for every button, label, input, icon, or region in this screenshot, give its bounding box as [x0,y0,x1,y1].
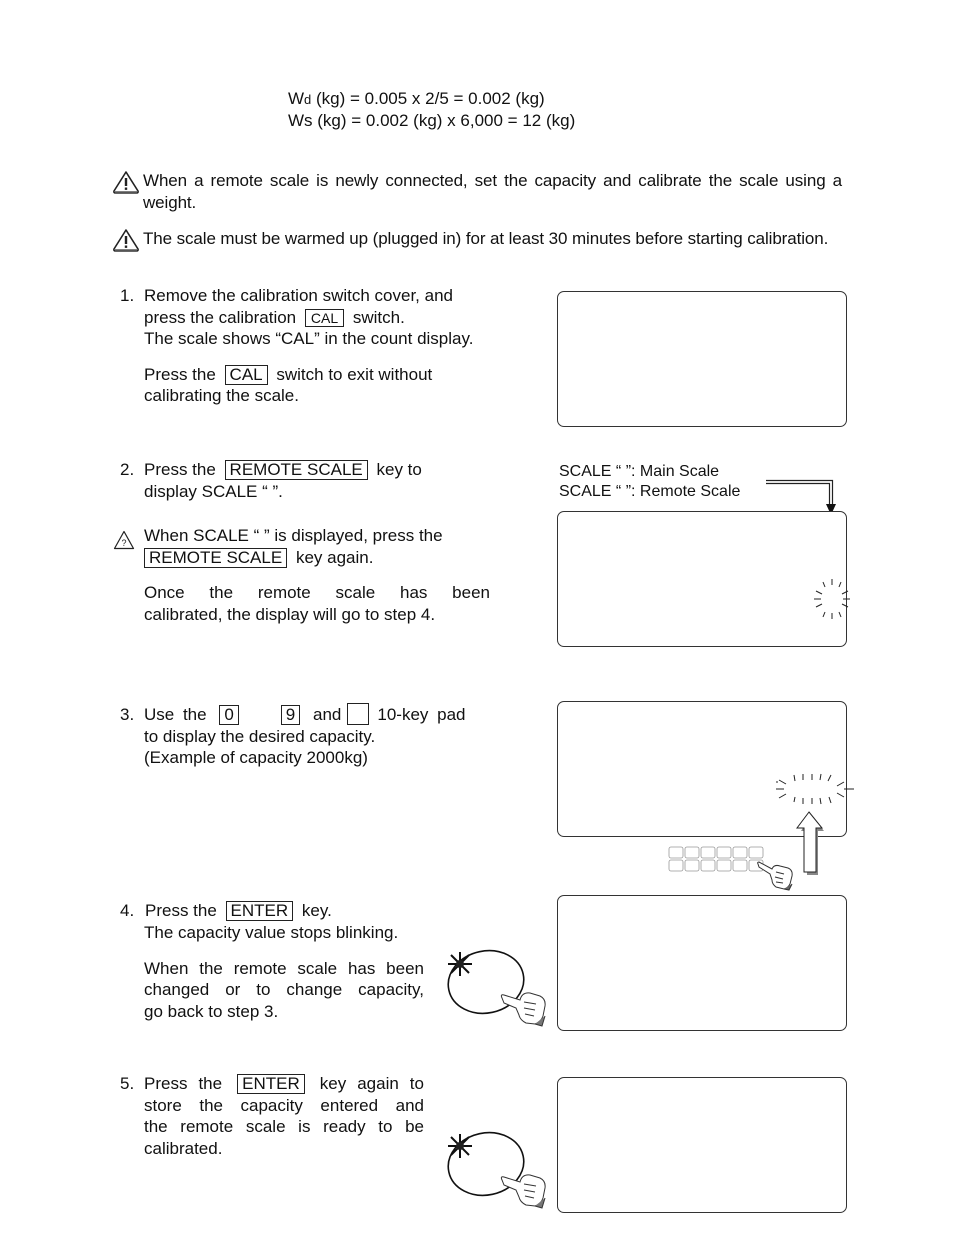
step-text: When SCALE “ ” is displayed, press the [144,526,443,545]
step-number: 5. [120,1074,135,1093]
step-text-part: key again to [319,1074,424,1093]
step-text-part: and [313,705,342,724]
step-text: Press the ENTER key again to [144,1073,424,1095]
enter-key: ENTER [237,1074,305,1094]
step-number: 1. [120,286,135,305]
step-text: display SCALE “ ”. [144,481,283,501]
step-4-detail: The capacity value stops blinking. When … [144,922,424,1022]
blink-indicator-icon [776,773,854,805]
formula-wd-text: (kg) = 0.005 x 2/5 = 0.002 (kg) [311,89,545,108]
formula-ws-prefix: W [288,111,305,130]
step-text: go back to step 3. [144,1001,279,1021]
step-text-part: Press the [144,460,216,479]
note-warm-up: The scale must be warmed up (plugged in)… [112,228,842,272]
step-text: Remove the calibration switch cover, and [144,286,453,305]
step-text-part: Use the [144,705,207,724]
enter-key-press-icon [447,1131,546,1209]
note-newly-connected: When a remote scale is newly connected, … [112,170,842,214]
legend-main-scale: SCALE “ ”: Main Scale [559,463,720,480]
step-text-part: press the calibration [144,307,297,327]
step-text: Use the 0 9 and 10-key pad [144,703,466,726]
step-number: 4. [120,901,135,920]
formula-ws-text: (kg) = 0.002 (kg) x 6,000 = 12 (kg) [312,111,576,130]
step-text-part: Press the [144,364,216,384]
step-text-part: switch to exit without [276,364,433,384]
step-text: When the remote scale has been [144,958,424,978]
display-panel-step-5 [557,1077,847,1213]
caution-triangle-icon: ? [113,530,135,550]
step-text: Once the remote scale has been [144,583,490,602]
step-text-part: switch. [352,307,405,327]
step-number: 3. [120,705,135,724]
svg-text:?: ? [121,538,126,548]
warning-triangle-icon [113,171,139,194]
step-text-part: key to [376,460,422,479]
legend-remote-scale: SCALE “ ”: Remote Scale [559,483,741,500]
step-text: to display the desired capacity. [144,726,376,746]
step-2-note: When SCALE “ ” is displayed, press the R… [144,525,490,625]
scale-legend: SCALE “ ”: Main Scale SCALE “ ”: Remote … [559,462,740,502]
step-text: The scale shows “CAL” in the count displ… [144,329,474,348]
display-panel-step-1 [557,291,847,427]
warning-triangle-icon [113,229,139,252]
note-text: When a remote scale is newly connected, … [143,171,842,212]
display-panel-step-4 [557,895,847,1031]
step-text: (Example of capacity 2000kg) [144,748,368,767]
display-panel-step-2 [557,511,847,647]
digit-0-key: 0 [219,705,239,725]
step-text: the remote scale is ready to be [144,1117,424,1136]
step-text: The capacity value stops blinking. [144,923,399,942]
formula-ws: Ws (kg) = 0.002 (kg) x 6,000 = 12 (kg) [288,110,648,132]
step-text-part: key. [301,901,332,920]
cal-key: CAL [304,308,345,327]
step-text: press the calibration CAL switch. [144,307,473,329]
step-number: 2. [120,460,135,479]
step-text: calibrated. [144,1138,223,1158]
ten-key-pad-icon [668,846,764,872]
step-text: Press the ENTER key. [145,900,332,922]
step-text: changed or to change capacity, [144,980,424,999]
step-text: store the capacity entered and [144,1095,424,1115]
step-text: REMOTE SCALE key again. [144,547,490,569]
note-text: The scale must be warmed up (plugged in)… [143,229,829,248]
remote-scale-key: REMOTE SCALE [144,547,288,568]
cal-key: CAL [224,364,268,385]
step-text-part: Press the [145,901,217,920]
pointing-hand-icon [757,861,793,891]
step-text: calibrated, the display will go to step … [144,604,436,624]
enter-key-press-icon [447,949,546,1027]
formula-ws-subscript: s [304,111,313,130]
step-text-part: 10-key pad [377,705,466,724]
formula-wd-prefix: W [288,89,305,108]
step-text-part: Press the [144,1074,223,1093]
formula-wd: Wd (kg) = 0.005 x 2/5 = 0.002 (kg) [288,88,648,111]
step-text-part: key again. [295,547,374,567]
enter-key: ENTER [225,901,294,921]
remote-scale-key: REMOTE SCALE [224,460,368,480]
step-text: Press the REMOTE SCALE key to [144,459,422,481]
step-text: calibrating the scale. [144,386,299,405]
up-arrow-icon [796,811,824,875]
digit-9-key: 9 [280,705,301,725]
step-text: Press the CAL switch to exit without [144,364,473,386]
blink-indicator-icon [814,579,850,619]
blank-key [347,703,370,726]
